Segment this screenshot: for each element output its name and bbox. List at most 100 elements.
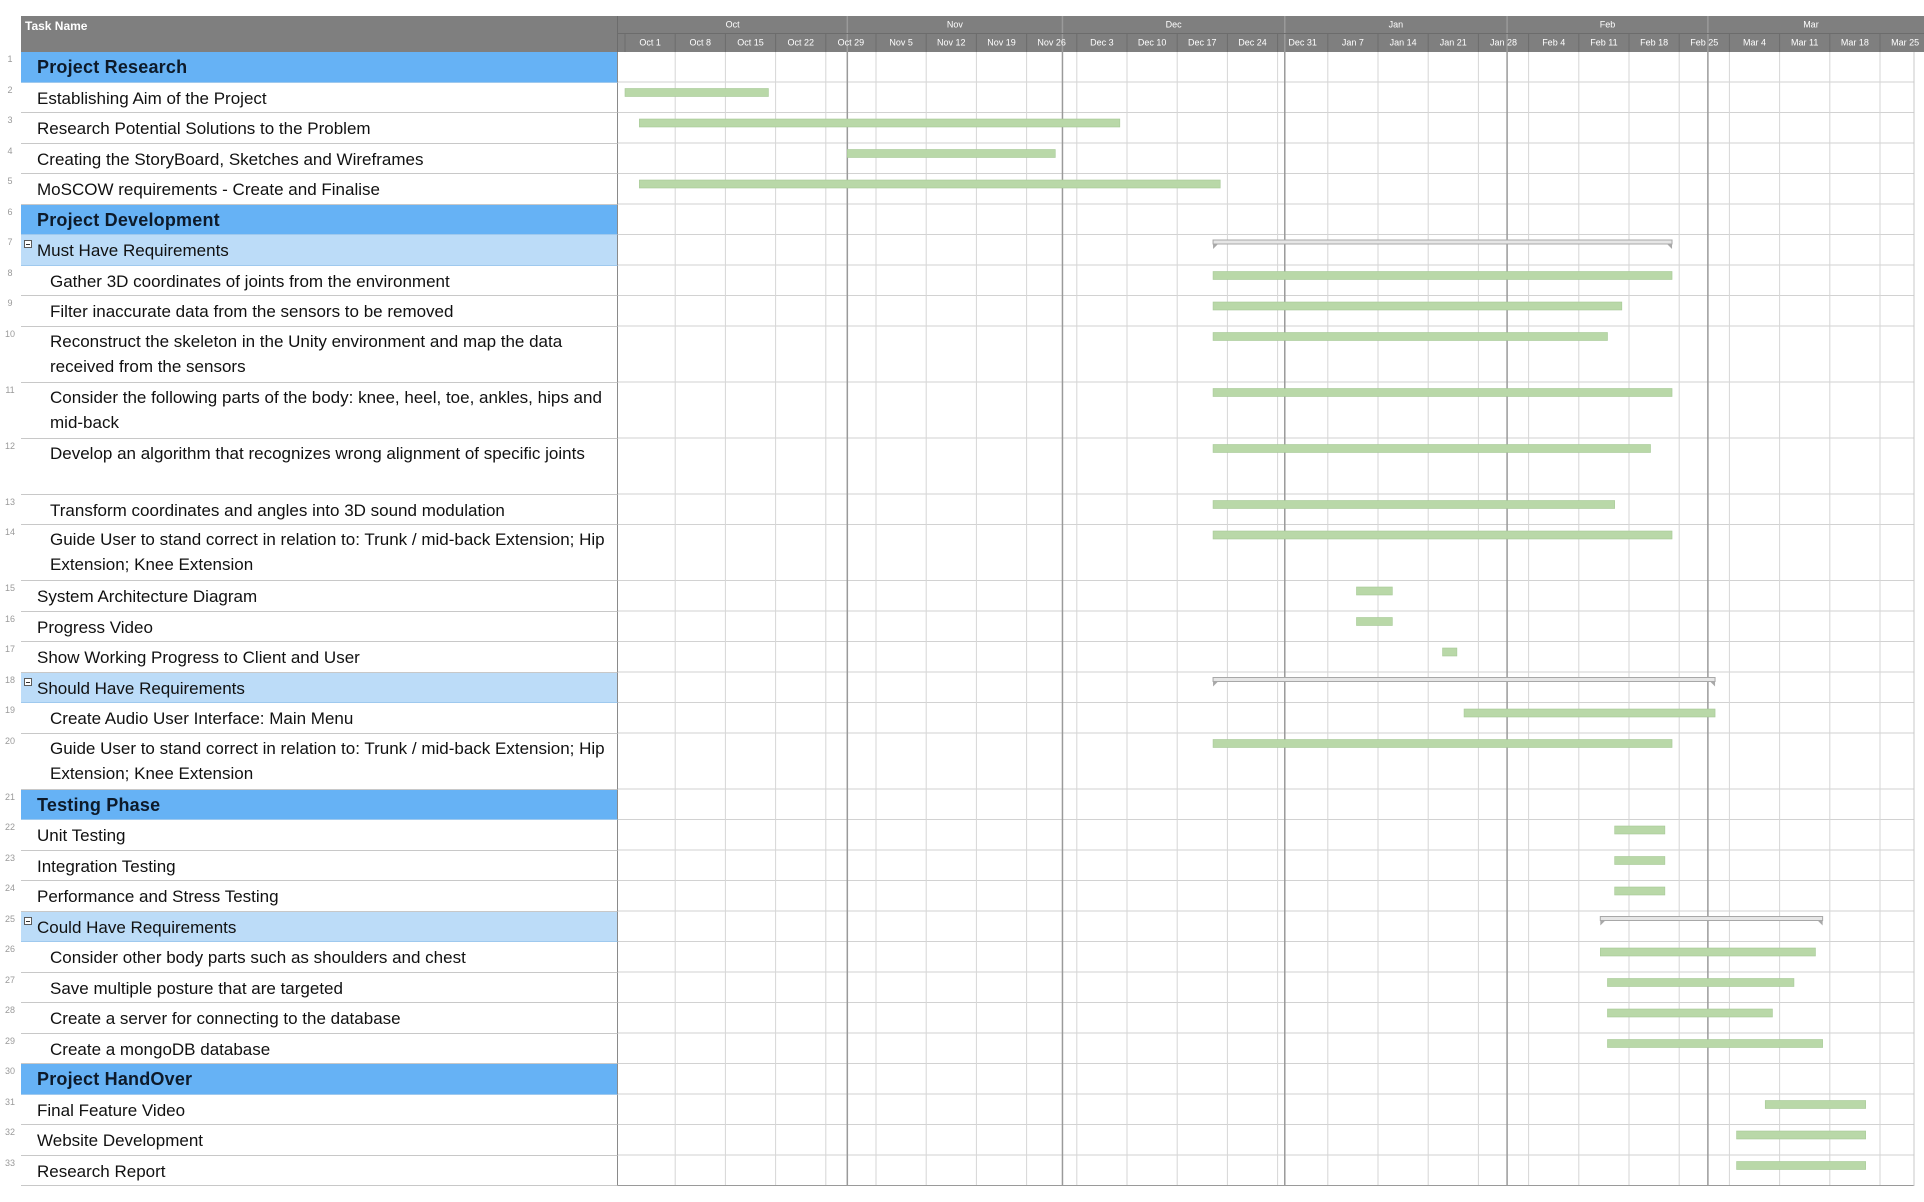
- task-bar[interactable]: [1356, 617, 1393, 626]
- group-row[interactable]: Must Have Requirements: [21, 235, 618, 266]
- task-bar[interactable]: [639, 118, 1121, 128]
- timeline-row-bg: [618, 1033, 1914, 1064]
- row-number: 26: [4, 944, 15, 954]
- task-bar[interactable]: [1614, 856, 1666, 865]
- phase-row[interactable]: Testing Phase: [21, 789, 618, 820]
- task-name: Project Research: [37, 57, 188, 77]
- task-bar[interactable]: [1764, 1100, 1866, 1109]
- row-number: 32: [4, 1127, 15, 1137]
- task-row[interactable]: Guide User to stand correct in relation …: [21, 733, 618, 790]
- week-label: Feb 25: [1690, 38, 1718, 48]
- task-bar[interactable]: [847, 149, 1056, 158]
- task-row[interactable]: Performance and Stress Testing: [21, 881, 618, 912]
- task-name: Filter inaccurate data from the sensors …: [50, 302, 454, 321]
- task-row[interactable]: Website Development: [21, 1125, 618, 1156]
- task-row[interactable]: Research Potential Solutions to the Prob…: [21, 113, 618, 144]
- task-row[interactable]: Consider other body parts such as should…: [21, 942, 618, 973]
- task-bar[interactable]: [1212, 530, 1673, 540]
- task-row[interactable]: Develop an algorithm that recognizes wro…: [21, 438, 618, 495]
- task-name: Performance and Stress Testing: [37, 887, 279, 906]
- task-bar[interactable]: [1614, 886, 1666, 896]
- task-bar[interactable]: [1212, 388, 1673, 397]
- timeline-row-bg: [618, 113, 1914, 144]
- task-name: Integration Testing: [37, 856, 176, 876]
- task-row[interactable]: Transform coordinates and angles into 3D…: [21, 494, 618, 525]
- task-row[interactable]: Gather 3D coordinates of joints from the…: [21, 265, 618, 296]
- task-row[interactable]: Create a mongoDB database: [21, 1033, 618, 1064]
- task-row[interactable]: Research Report: [21, 1155, 618, 1186]
- task-name-column-header[interactable]: Task Name: [21, 16, 618, 52]
- task-row[interactable]: Guide User to stand correct in relation …: [21, 525, 618, 581]
- week-label: Nov 12: [937, 38, 966, 48]
- week-label: Feb 4: [1542, 38, 1565, 48]
- task-bar[interactable]: [1463, 708, 1716, 718]
- month-label: Oct: [726, 20, 741, 30]
- task-name: Reconstruct the skeleton in the Unity en…: [50, 331, 563, 376]
- task-row[interactable]: Show Working Progress to Client and User: [21, 642, 618, 673]
- month-label: Jan: [1389, 20, 1404, 30]
- task-row[interactable]: Progress Video: [21, 611, 618, 642]
- task-bar[interactable]: [1212, 739, 1673, 748]
- row-number: 10: [4, 328, 15, 339]
- task-name: Gather 3D coordinates of joints from the…: [50, 271, 450, 291]
- week-label: Nov 5: [889, 38, 913, 48]
- task-bar[interactable]: [624, 88, 769, 97]
- task-name: Create a mongoDB database: [50, 1039, 271, 1059]
- task-bar[interactable]: [1212, 271, 1673, 280]
- task-row[interactable]: Create Audio User Interface: Main Menu: [21, 703, 618, 734]
- task-row[interactable]: Reconstruct the skeleton in the Unity en…: [21, 326, 618, 383]
- task-row[interactable]: Create a server for connecting to the da…: [21, 1003, 618, 1034]
- row-number: 15: [4, 583, 15, 593]
- task-row[interactable]: MoSCOW requirements - Create and Finalis…: [21, 174, 618, 205]
- task-bar[interactable]: [1607, 1008, 1773, 1018]
- task-bar[interactable]: [1212, 500, 1615, 509]
- row-number: 8: [7, 267, 13, 278]
- timeline-row-bg: [618, 1155, 1914, 1186]
- task-row[interactable]: Unit Testing: [21, 820, 618, 851]
- task-name: Must Have Requirements: [37, 241, 229, 260]
- task-row[interactable]: Filter inaccurate data from the sensors …: [21, 296, 618, 327]
- row-number: 20: [4, 735, 15, 746]
- task-bar[interactable]: [1607, 978, 1795, 987]
- collapse-toggle-icon[interactable]: [24, 240, 32, 248]
- task-bar[interactable]: [1614, 825, 1666, 835]
- collapse-toggle-icon[interactable]: [24, 677, 32, 686]
- task-bar[interactable]: [1212, 444, 1651, 453]
- task-row[interactable]: Creating the StoryBoard, Sketches and Wi…: [21, 143, 618, 174]
- task-row[interactable]: Save multiple posture that are targeted: [21, 972, 618, 1003]
- row-number: 25: [4, 913, 15, 924]
- timeline-row-bg: [618, 82, 1914, 113]
- task-row[interactable]: Establishing Aim of the Project: [21, 82, 618, 113]
- phase-row[interactable]: Project HandOver: [21, 1064, 618, 1095]
- task-bar[interactable]: [1607, 1039, 1823, 1048]
- timeline-row-bg: [618, 174, 1914, 205]
- task-row[interactable]: System Architecture Diagram: [21, 581, 618, 612]
- timeline-row-bg: [618, 703, 1914, 734]
- collapse-toggle-icon[interactable]: [24, 916, 32, 925]
- task-name: Consider the following parts of the body…: [50, 387, 602, 432]
- group-row[interactable]: Should Have Requirements: [21, 672, 618, 703]
- phase-row[interactable]: Project Development: [21, 204, 618, 235]
- task-name: Show Working Progress to Client and User: [37, 648, 360, 667]
- task-row[interactable]: Final Feature Video: [21, 1094, 618, 1125]
- task-bar[interactable]: [1212, 332, 1608, 341]
- row-number: 3: [7, 115, 13, 125]
- task-bar[interactable]: [1442, 647, 1458, 657]
- week-label: Mar 25: [1891, 38, 1919, 48]
- task-name: Establishing Aim of the Project: [37, 88, 267, 108]
- task-name: Project Development: [37, 209, 220, 230]
- row-number: 16: [4, 613, 15, 624]
- task-row[interactable]: Consider the following parts of the body…: [21, 382, 618, 439]
- task-row[interactable]: Integration Testing: [21, 850, 618, 881]
- group-row[interactable]: Could Have Requirements: [21, 911, 618, 942]
- task-bar[interactable]: [1600, 947, 1816, 957]
- task-bar[interactable]: [1736, 1161, 1866, 1170]
- task-bar[interactable]: [639, 179, 1221, 189]
- task-bar[interactable]: [1736, 1130, 1866, 1140]
- task-bar[interactable]: [1212, 301, 1623, 311]
- month-label: Mar: [1803, 20, 1819, 30]
- phase-row[interactable]: Project Research: [21, 52, 618, 83]
- task-bar[interactable]: [1356, 586, 1393, 596]
- timeline-row-bg: [618, 642, 1914, 673]
- task-name: Guide User to stand correct in relation …: [50, 738, 605, 783]
